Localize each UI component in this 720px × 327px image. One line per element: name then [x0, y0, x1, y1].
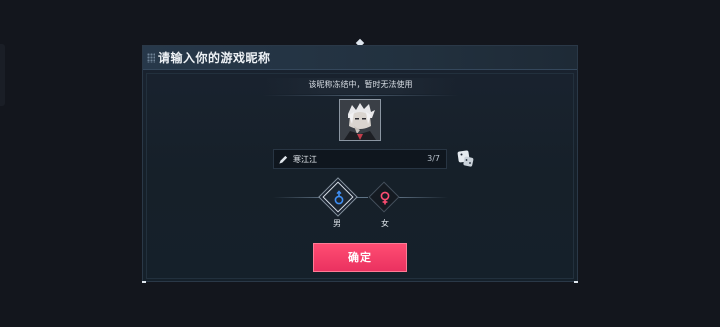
character-portrait-icon: [340, 100, 380, 140]
nickname-dialog: 请输入你的游戏昵称 该昵称冻结中，暂时无法使用 寒江江 3/7 男 女 确定: [142, 45, 578, 282]
side-panel-edge: [0, 44, 5, 106]
gender-male-label: 男: [333, 219, 341, 228]
notice-divider: [263, 95, 458, 96]
gender-divider-mid: [355, 197, 368, 198]
nickname-value: 寒江江: [293, 155, 317, 164]
dialog-corner-left: [142, 281, 146, 283]
gender-female-button[interactable]: [368, 181, 401, 214]
nickname-input[interactable]: 寒江江 3/7: [273, 149, 447, 169]
grip-icon: [147, 53, 155, 63]
nickname-notice: 该昵称冻结中，暂时无法使用: [308, 80, 413, 89]
avatar[interactable]: [339, 99, 381, 141]
gender-male-button[interactable]: [322, 181, 355, 214]
gender-female-label: 女: [381, 219, 389, 228]
pencil-icon: [279, 155, 288, 164]
dice-icon[interactable]: [457, 150, 475, 168]
dialog-header: 请输入你的游戏昵称: [143, 46, 577, 70]
gender-divider-right: [398, 197, 448, 198]
female-symbol-icon: [380, 191, 390, 205]
confirm-button[interactable]: 确定: [313, 243, 407, 272]
male-symbol-icon: [334, 190, 344, 205]
dialog-corner-right: [574, 281, 578, 283]
nickname-char-count: 3/7: [427, 154, 440, 163]
dialog-title: 请输入你的游戏昵称: [158, 51, 271, 65]
gender-divider-left: [273, 197, 323, 198]
